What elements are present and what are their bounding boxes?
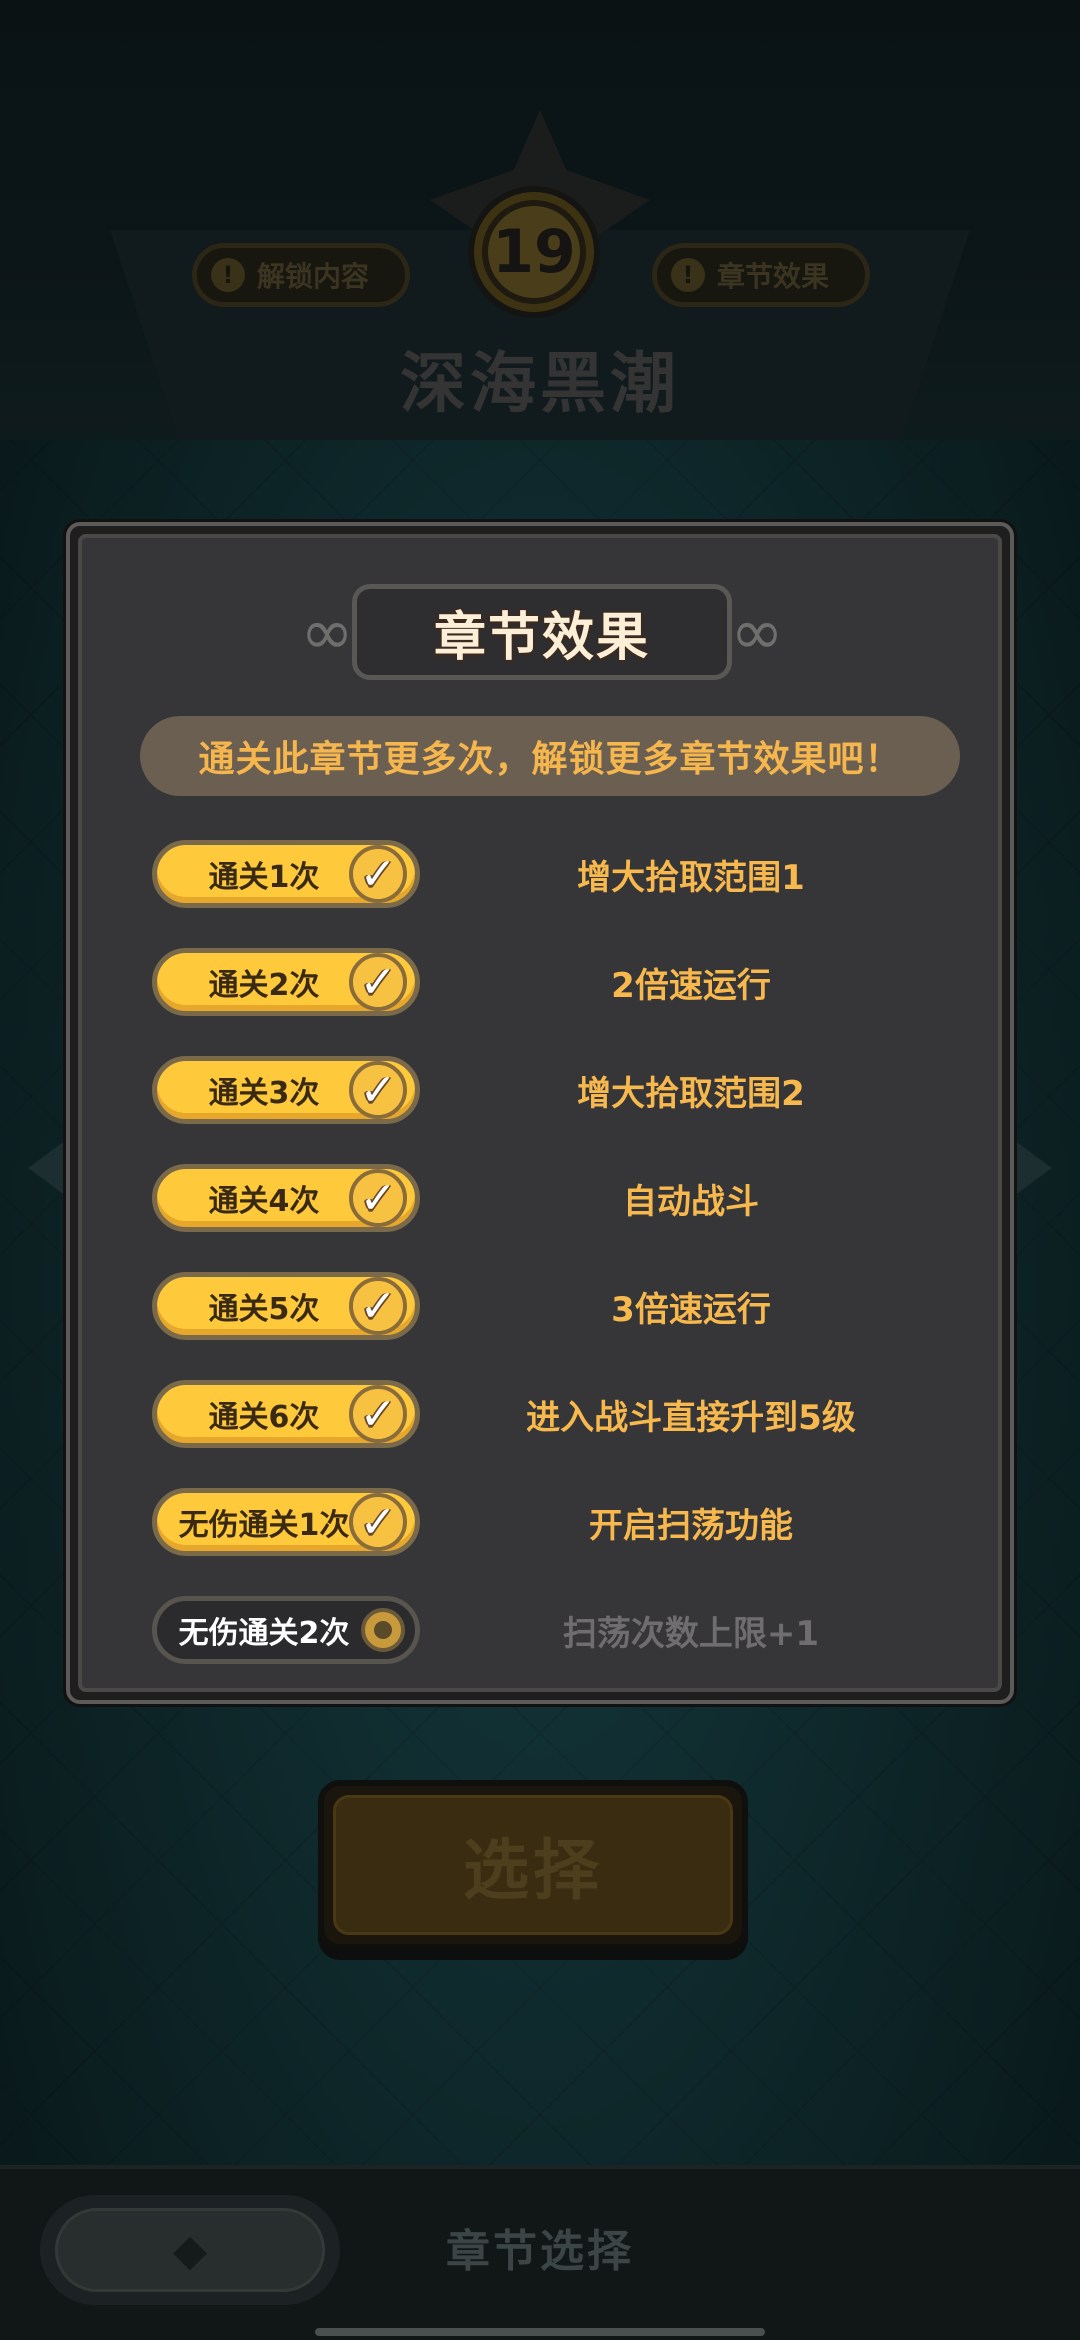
effect-row: 通关4次 ✓ 自动战斗 [152,1144,952,1252]
bottom-bar-label: 章节选择 [446,2226,634,2277]
level-number: 19 [488,206,580,298]
effect-condition-pill: 通关4次 ✓ [152,1164,420,1232]
effect-description: 2倍速运行 [611,965,771,1006]
back-arrow-icon: ◆ [55,2208,325,2292]
effect-condition-pill: 无伤通关2次 [152,1596,420,1664]
effect-row: 通关6次 ✓ 进入战斗直接升到5级 [152,1360,952,1468]
unlock-content-label: 解锁内容 [257,260,370,293]
chapter-effect-button[interactable]: ! 章节效果 [652,243,870,307]
home-indicator[interactable] [315,2328,765,2336]
chapter-effect-modal: ∞ ∞ 章节效果 通关此章节更多次，解锁更多章节效果吧！ 通关1次 ✓ 增大拾取范围… [66,522,1014,1704]
chapter-effect-label: 章节效果 [717,260,830,293]
alert-icon: ! [211,258,245,292]
checkmark-icon: ✓ [349,953,407,1011]
locked-circle-icon [361,1608,405,1652]
effect-row: 通关3次 ✓ 增大拾取范围2 [152,1036,952,1144]
effect-condition-pill: 无伤通关1次 ✓ [152,1488,420,1556]
back-button[interactable]: ◆ [40,2195,340,2305]
prev-chapter-arrow-icon[interactable] [28,1140,66,1196]
next-chapter-arrow-icon[interactable] [1014,1140,1052,1196]
effect-row: 通关2次 ✓ 2倍速运行 [152,928,952,1036]
effect-list: 通关1次 ✓ 增大拾取范围1 通关2次 ✓ 2倍速运行通关3次 ✓ 增大拾取范围2 通关4次 ✓ 自… [152,820,952,1684]
modal-title-area: ∞ ∞ 章节效果 [282,578,802,688]
checkmark-icon: ✓ [349,1493,407,1551]
effect-row: 无伤通关2次 扫荡次数上限+1 [152,1576,952,1684]
effect-condition-pill: 通关2次 ✓ [152,948,420,1016]
checkmark-icon: ✓ [349,1385,407,1443]
select-button-label: 选择 [333,1795,733,1935]
effect-description: 自动战斗 [623,1181,759,1222]
level-badge: 19 [474,192,594,312]
effect-description: 开启扫荡功能 [589,1505,793,1546]
modal-title: 章节效果 [433,607,650,668]
effect-row: 通关5次 ✓ 3倍速运行 [152,1252,952,1360]
unlock-content-button[interactable]: ! 解锁内容 [192,243,410,307]
chapter-name: 深海黑潮 [400,345,680,422]
effect-description: 进入战斗直接升到5级 [526,1397,856,1438]
effect-description: 增大拾取范围2 [577,1073,805,1114]
effect-condition-pill: 通关5次 ✓ [152,1272,420,1340]
effect-description: 扫荡次数上限+1 [562,1613,820,1654]
effect-row: 通关1次 ✓ 增大拾取范围1 [152,820,952,928]
checkmark-icon: ✓ [349,1277,407,1335]
checkmark-icon: ✓ [349,1169,407,1227]
effect-condition-pill: 通关1次 ✓ [152,840,420,908]
effect-condition-pill: 通关6次 ✓ [152,1380,420,1448]
checkmark-icon: ✓ [349,845,407,903]
effect-row: 无伤通关1次 ✓ 开启扫荡功能 [152,1468,952,1576]
modal-subtitle: 通关此章节更多次，解锁更多章节效果吧！ [140,716,960,796]
effect-description: 增大拾取范围1 [577,857,805,898]
effect-condition-pill: 通关3次 ✓ [152,1056,420,1124]
modal-title-plate: 章节效果 [352,584,732,680]
checkmark-icon: ✓ [349,1061,407,1119]
effect-description: 3倍速运行 [611,1289,771,1330]
select-button[interactable]: 选择 [318,1780,748,1950]
alert-icon: ! [671,258,705,292]
modal-panel: ∞ ∞ 章节效果 通关此章节更多次，解锁更多章节效果吧！ 通关1次 ✓ 增大拾取范围… [78,534,1002,1692]
